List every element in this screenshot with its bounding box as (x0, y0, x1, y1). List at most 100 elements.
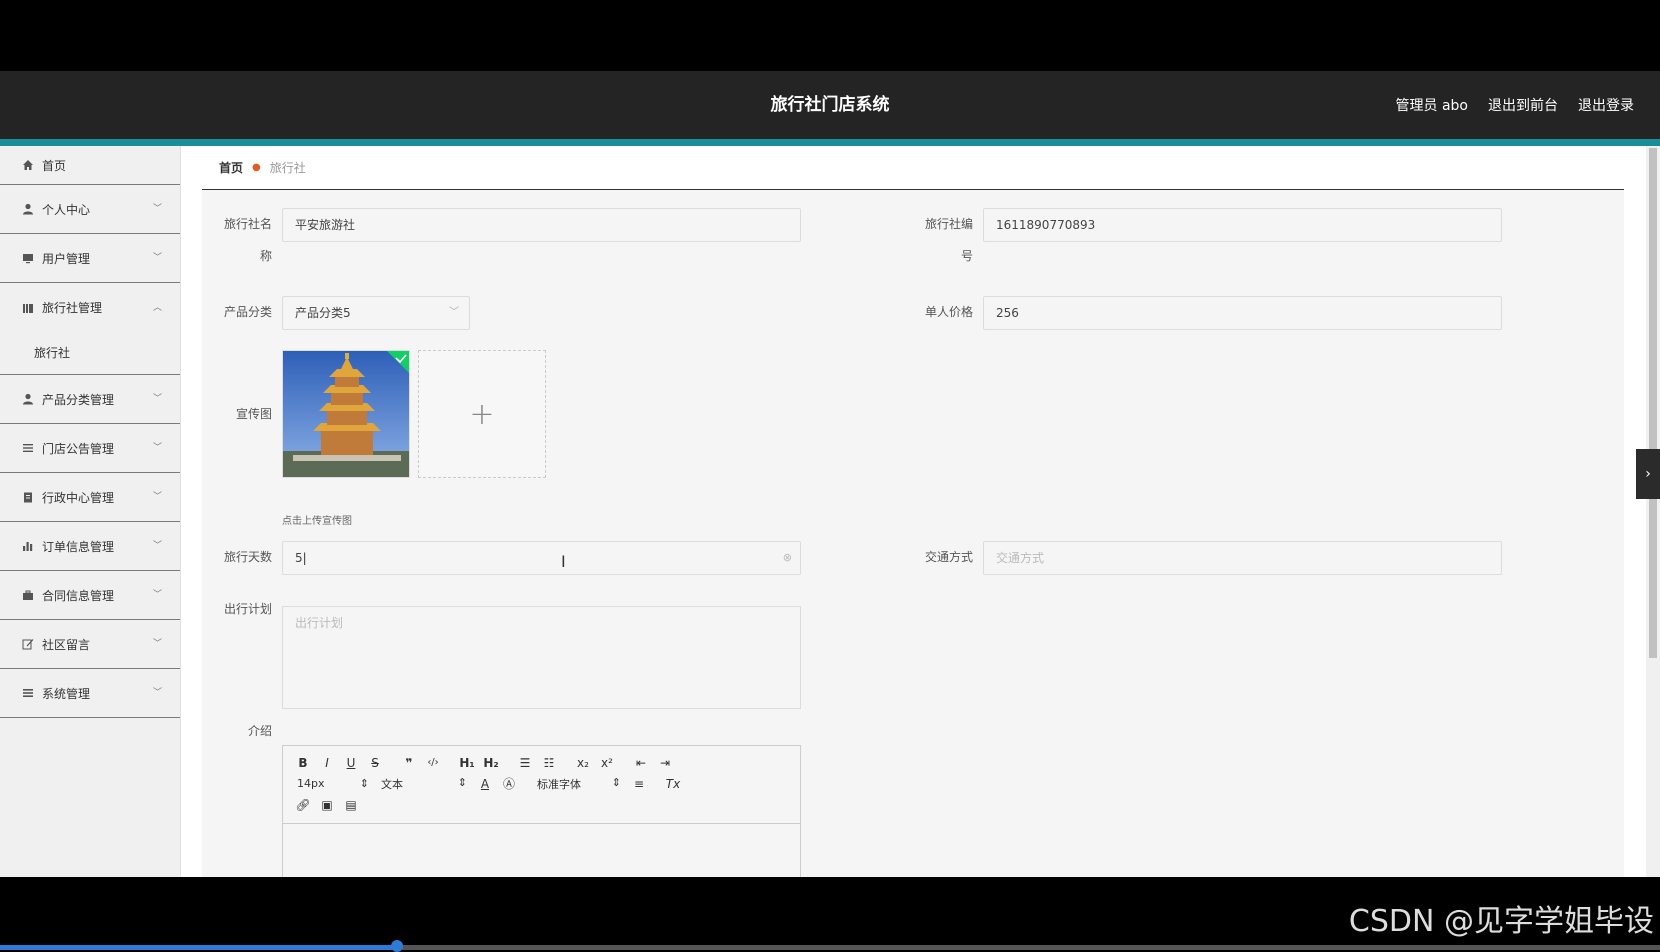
link-icon[interactable]: 🔗︎ (291, 798, 315, 812)
category-select[interactable]: 产品分类5 ﹀ (282, 296, 470, 330)
monitor-icon (21, 251, 35, 265)
sidebar-item-agency[interactable]: 旅行社管理 ︿ (0, 283, 180, 332)
screen: 旅行社门店系统 管理员 abo 退出到前台 退出登录 首页 个人中心 ﹀ 用户管… (0, 0, 1660, 952)
blockquote-icon[interactable]: ❞ (397, 756, 421, 770)
select-arrows-icon: ⇕ (611, 775, 621, 789)
breadcrumb: 首页 ● 旅行社 (202, 146, 1624, 190)
price-input[interactable]: 256 (983, 296, 1502, 330)
agency-no-label-line2: 号 (960, 249, 973, 263)
font-family-select[interactable]: 标准字体 ⇕ (531, 776, 627, 792)
intro-label: 介绍 (247, 724, 272, 738)
strikethrough-icon[interactable]: S (363, 756, 387, 770)
paragraph-select[interactable]: 文本 ⇕ (375, 776, 473, 792)
subscript-icon[interactable]: x₂ (571, 756, 595, 770)
italic-icon[interactable]: I (315, 756, 339, 770)
select-arrows-icon: ⇕ (359, 777, 369, 790)
sidebar-item-label: 社区留言 (42, 637, 91, 652)
sidebar-item-contracts[interactable]: 合同信息管理 ﹀ (0, 571, 180, 620)
sidebar-item-label: 个人中心 (42, 202, 91, 217)
code-icon[interactable]: ‹/› (421, 757, 445, 768)
sidebar-item-label: 合同信息管理 (42, 588, 115, 603)
editor-toolbar: B I U S ❞ ‹/› H₁ H₂ ☰ ☷ x₂ x² ⇤ ⇥ 14px ⇕… (283, 746, 800, 824)
sidebar-item-community[interactable]: 社区留言 ﹀ (0, 620, 180, 669)
agency-name-label-line1: 旅行社名 (223, 217, 272, 231)
upload-tip: 点击上传宣传图 (282, 516, 352, 527)
sidebar-item-product-category[interactable]: 产品分类管理 ﹀ (0, 375, 180, 424)
sidebar-item-home[interactable]: 首页 (0, 146, 180, 185)
sidebar-item-orders[interactable]: 订单信息管理 ﹀ (0, 522, 180, 571)
toolbar-row-1: B I U S ❞ ‹/› H₁ H₂ ☰ ☷ x₂ x² ⇤ ⇥ (291, 752, 792, 773)
toolbar-row-2: 14px ⇕ 文本 ⇕ A Ⓐ 标准字体 ⇕ ≡ Tx (291, 773, 792, 794)
chevron-down-icon: ﹀ (152, 204, 162, 215)
chevron-up-icon: ︿ (152, 302, 162, 313)
clear-format-icon[interactable]: Tx (661, 777, 685, 791)
sidebar-item-notice[interactable]: 门店公告管理 ﹀ (0, 424, 180, 473)
underline-icon[interactable]: U (339, 756, 363, 770)
font-size-select[interactable]: 14px ⇕ (291, 777, 375, 790)
sidebar-group-agency: 旅行社管理 ︿ 旅行社 (0, 283, 180, 375)
chevron-down-icon: ﹀ (152, 639, 162, 650)
video-icon[interactable]: ▤ (339, 798, 363, 812)
bar-chart-icon (21, 539, 35, 553)
agency-name-input[interactable]: 平安旅游社 (282, 208, 801, 242)
breadcrumb-home[interactable]: 首页 (219, 159, 243, 176)
superscript-icon[interactable]: x² (595, 756, 619, 770)
heading2-icon[interactable]: H₂ (479, 756, 503, 770)
chevron-down-icon: ﹀ (152, 443, 162, 454)
sidebar-item-system[interactable]: 系统管理 ﹀ (0, 669, 180, 718)
video-progress-knob[interactable] (391, 940, 403, 952)
upload-add-button[interactable]: + (418, 350, 546, 478)
header-accent-bar (0, 139, 1660, 146)
home-icon (21, 158, 35, 172)
price-label: 单人价格 (924, 305, 973, 319)
user-icon (21, 202, 35, 216)
breadcrumb-current: 旅行社 (269, 161, 306, 175)
agency-no-input[interactable]: 1611890770893 (983, 208, 1502, 242)
yellow-crane-tower-image (283, 351, 409, 477)
chevron-down-icon: ﹀ (152, 688, 162, 699)
days-label: 旅行天数 (223, 550, 272, 564)
breadcrumb-separator-icon: ● (252, 162, 261, 173)
select-arrows-icon: ⇕ (457, 775, 467, 789)
ordered-list-icon[interactable]: ☰ (513, 756, 537, 770)
uploaded-image-thumbnail[interactable] (282, 350, 410, 478)
align-icon[interactable]: ≡ (627, 777, 651, 791)
image-icon[interactable]: ▣ (315, 798, 339, 812)
sidebar-item-personal[interactable]: 个人中心 ﹀ (0, 185, 180, 234)
side-panel-toggle[interactable]: › (1636, 449, 1660, 499)
chevron-down-icon: ﹀ (152, 492, 162, 503)
font-size-value: 14px (297, 777, 325, 790)
logout-link[interactable]: 退出登录 (1578, 95, 1634, 115)
text-cursor-icon: I (561, 552, 566, 571)
menu-icon (21, 686, 35, 700)
days-input[interactable]: 5| I ⊗ (282, 541, 801, 575)
main-content: 首页 ● 旅行社 旅行社名 称 平安旅游社 旅行社编 号 16118907708… (202, 146, 1624, 877)
sidebar-item-label: 门店公告管理 (42, 441, 115, 456)
scrollbar-thumb[interactable] (1649, 148, 1657, 658)
font-color-icon[interactable]: A (473, 777, 497, 791)
editor-content-area[interactable] (283, 824, 800, 877)
exit-to-front-link[interactable]: 退出到前台 (1488, 95, 1558, 115)
bold-icon[interactable]: B (291, 756, 315, 770)
bullet-list-icon[interactable]: ☷ (537, 756, 561, 770)
background-color-icon[interactable]: Ⓐ (497, 775, 521, 792)
outdent-icon[interactable]: ⇤ (629, 756, 653, 770)
page-scrollbar[interactable] (1646, 146, 1660, 877)
transport-input[interactable]: 交通方式 (983, 541, 1502, 575)
indent-icon[interactable]: ⇥ (653, 756, 677, 770)
category-select-value: 产品分类5 (295, 306, 351, 320)
plan-textarea[interactable]: 出行计划 (282, 606, 801, 709)
sidebar-item-admin-center[interactable]: 行政中心管理 ﹀ (0, 473, 180, 522)
video-progress-bar[interactable] (0, 940, 1660, 952)
paragraph-value: 文本 (381, 777, 403, 791)
transport-label: 交通方式 (924, 550, 973, 564)
clear-icon[interactable]: ⊗ (783, 542, 792, 574)
image-label: 宣传图 (235, 407, 272, 421)
sidebar-item-users[interactable]: 用户管理 ﹀ (0, 234, 180, 283)
sidebar-subitem-agency[interactable]: 旅行社 (0, 332, 180, 374)
user-icon (21, 392, 35, 406)
agency-no-label: 旅行社编 号 (913, 216, 973, 264)
sidebar-item-label: 旅行社管理 (42, 301, 103, 315)
chevron-down-icon: ﹀ (152, 253, 162, 264)
heading1-icon[interactable]: H₁ (455, 756, 479, 770)
